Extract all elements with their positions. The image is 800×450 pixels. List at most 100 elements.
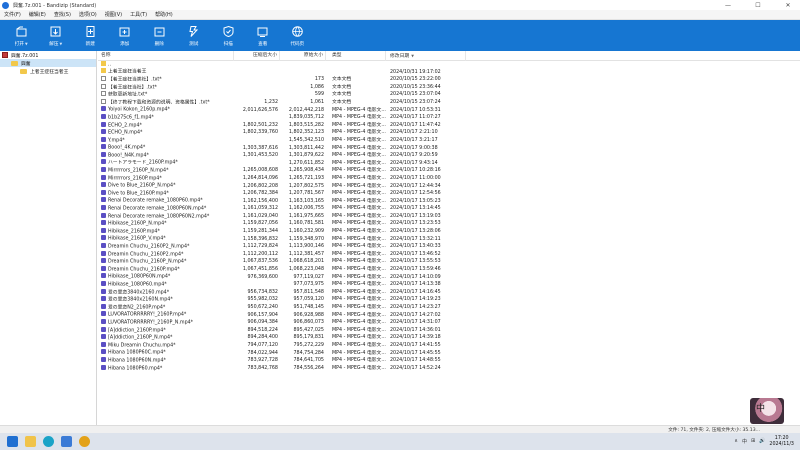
cell-original-size: 784,641,705 [293,358,324,364]
close-button[interactable]: ✕ [782,2,794,9]
cell-original-size: 599 [314,92,324,98]
bandizip-window: 興奮.7z.001 - Bandizip (Standard) — ☐ ✕ 文件… [0,0,800,450]
column-header-original[interactable]: 原始大小 [280,50,326,61]
menu-item[interactable]: 文件(F) [0,11,25,18]
volume-icon[interactable]: 🔊 [759,438,765,445]
codepage-icon [291,26,303,37]
tree-items: 興奮 上者王症狂当者王 [0,59,96,75]
toolbar-label: 查看 [258,41,267,47]
cell-modified: 2024/10/17 11:47:42 [390,122,441,128]
table-row[interactable]: Hibana 1080P60.mp4* 783,842,768 784,556,26… [98,364,800,373]
file-name: Mirrrrrors_2160P.mp4* [108,176,162,182]
file-name: Dive to Blue_2160P.mp4* [108,191,169,197]
cell-type: MP4 - MPEG-4 电影文... [332,206,386,212]
video-file-icon [101,189,106,195]
video-file-icon [101,326,106,332]
cell-compressed-size: 956,734,832 [247,289,278,295]
clock[interactable]: 17:20 2024/11/3 [769,436,794,448]
column-header-modified-label: 修改日期 [390,53,410,59]
file-name: Yoiyoi Kokon_2160p.mp4* [108,107,170,113]
tree-archive-root[interactable]: 興奮.7z.001 [0,51,96,59]
network-icon[interactable]: ⊞ [751,438,755,445]
menu-item[interactable]: 编辑(E) [25,11,50,18]
toolbar-button-extract[interactable]: 解压 ▼ [39,20,74,51]
folder-tree: 興奮.7z.001 興奮 上者王症狂当者王 [0,51,97,425]
cell-modified: 2020/10/15 23:22:00 [390,77,441,83]
video-file-icon [101,243,106,248]
toolbar-button-add[interactable]: 添加 [108,20,143,51]
toolbar-label: 扫描 [224,41,233,47]
list-rows: .. 上者王症狂当者王 2024/10/31 19:17:02 【者王症狂当类社】.t… [98,60,800,373]
file-name: Dreamin Chuchu_2160P.mp4* [108,267,180,273]
cell-compressed-size: 1,232 [264,99,278,105]
cell-type: MP4 - MPEG-4 电影文... [332,183,386,189]
column-header-compressed[interactable]: 压缩后大小 [234,50,280,61]
toolbar: 打开 ▼ 解压 ▼ 新建 添加 删除 测试扫描 查看 代码页 [0,20,800,51]
maximize-button[interactable]: ☐ [752,2,764,9]
cell-original-size: 1,839,035,712 [288,115,324,121]
cell-original-size: 1,545,342,510 [288,137,324,143]
video-file-icon [101,349,106,355]
column-header-name[interactable]: 名称 [98,50,234,61]
tree-item-folder[interactable]: 上者王症狂当者王 [0,67,96,75]
text-file-icon [101,91,106,97]
parent-folder-icon [101,60,106,66]
file-name: 上者王症狂当者王 [108,69,147,75]
delete-icon [154,27,165,37]
cell-original-size: 1,086 [310,84,324,90]
store-icon[interactable] [61,436,72,447]
tree-archive-label: 興奮.7z.001 [11,53,39,59]
video-file-icon [101,318,106,324]
cell-type: MP4 - MPEG-4 电影文... [332,320,386,326]
system-tray: ∧ 中 ⊞ 🔊 17:20 2024/11/3 [734,433,794,450]
toolbar-button-view[interactable]: 查看 [246,20,281,51]
cell-compressed-size: 906,157,904 [247,312,278,318]
menu-item[interactable]: 帮助(H) [151,11,177,18]
menu-item[interactable]: 视图(V) [101,11,126,18]
tray-expand-icon[interactable]: ∧ [734,438,738,445]
cell-modified: 2024/10/17 14:10:09 [390,274,441,280]
file-name: Renai Decorate remake_1080P60.mp4* [108,198,203,204]
cell-compressed-size: 1,112,729,824 [242,244,278,250]
explorer-icon[interactable] [25,436,36,447]
menu-item[interactable]: 工具(T) [126,11,151,18]
cell-original-size: 1,163,103,165 [288,198,324,204]
file-name: 【终了教程下载和资源的说明、资格属性】.txt* [108,100,210,106]
video-file-icon [101,159,106,165]
toolbar-button-codepage[interactable]: 代码页 [280,20,315,51]
toolbar-button-scan[interactable]: 扫描 [211,20,246,51]
toolbar-button-test[interactable]: 测试 [177,20,212,51]
toolbar-button-delete[interactable]: 删除 [142,20,177,51]
video-file-icon [101,364,106,370]
video-file-icon [101,235,106,241]
video-file-icon [101,288,106,294]
menu-item[interactable]: 选项(O) [75,11,101,18]
file-name: ECHO_N.mp4* [108,130,143,136]
cell-compressed-size: 1,802,339,760 [242,130,278,136]
file-name: Renai Decorate remake_1080P60N2.mp4* [108,214,210,220]
tree-item-folder[interactable]: 興奮 [0,59,96,67]
cell-modified: 2024/10/17 12:54:56 [390,191,441,197]
cell-modified: 2024/10/17 14:27:02 [390,312,441,318]
column-header-type[interactable]: 类型 [326,50,386,61]
cell-modified: 2024/10/15 23:07:04 [390,92,441,98]
toolbar-button-open[interactable]: 打开 ▼ [4,20,39,51]
cell-modified: 2024/10/17 13:59:46 [390,267,441,273]
minimize-button[interactable]: — [722,2,734,9]
cell-original-size: 1,301,879,622 [288,153,324,159]
edge-icon[interactable] [43,436,54,447]
ime-mode-icon[interactable]: 中 [742,438,747,445]
cell-original-size: 1,303,811,442 [288,145,324,151]
dropdown-arrow-icon[interactable]: ▼ [24,42,28,46]
menu-item[interactable]: 查找(S) [50,11,75,18]
dropdown-arrow-icon[interactable]: ▼ [58,42,63,46]
video-file-icon [101,296,106,302]
toolbar-button-new-archive[interactable]: 新建 [73,20,108,51]
cell-type: MP4 - MPEG-4 电影文... [332,130,386,136]
bandizip-app-icon [2,1,9,9]
cell-original-size: 957,811,548 [293,289,324,295]
column-header-modified[interactable]: 修改日期 ▼ [386,50,466,61]
bandizip-icon[interactable] [79,436,90,447]
start-icon[interactable] [7,436,18,447]
cell-compressed-size: 1,159,281,344 [242,229,278,235]
